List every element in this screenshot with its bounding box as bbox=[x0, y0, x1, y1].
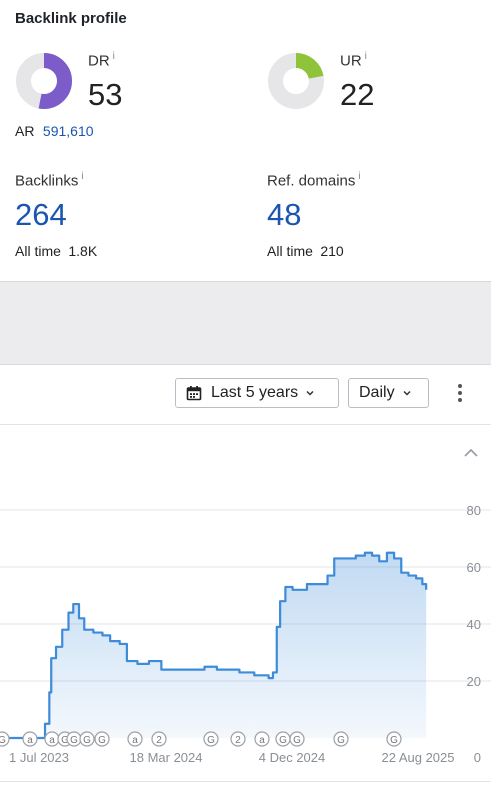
more-vertical-icon[interactable] bbox=[455, 384, 465, 404]
event-marker-label: a bbox=[27, 735, 33, 746]
event-marker-label: a bbox=[259, 735, 265, 746]
backlinks-label-row: Backlinks i bbox=[15, 171, 84, 190]
y-tick-label: 60 bbox=[467, 560, 481, 575]
event-marker-label: G bbox=[98, 735, 106, 746]
backlinks-value[interactable]: 264 bbox=[15, 199, 67, 230]
ref-domains-label: Ref. domains bbox=[267, 172, 356, 190]
event-marker[interactable]: a bbox=[22, 731, 38, 747]
period-label: Last 5 years bbox=[211, 384, 299, 401]
dr-info-icon[interactable]: i bbox=[113, 51, 115, 62]
event-marker[interactable]: a bbox=[44, 731, 60, 747]
event-marker[interactable]: G bbox=[94, 731, 110, 747]
event-marker-label: G bbox=[0, 735, 6, 746]
event-marker-label: G bbox=[83, 735, 91, 746]
event-marker[interactable]: G bbox=[289, 731, 305, 747]
ar-value[interactable]: 591,610 bbox=[43, 123, 94, 139]
event-marker-label: G bbox=[279, 735, 287, 746]
event-marker-label: G bbox=[207, 735, 215, 746]
backlinks-label: Backlinks bbox=[15, 172, 79, 190]
event-marker[interactable]: G bbox=[386, 731, 402, 747]
event-marker[interactable]: G bbox=[66, 731, 82, 747]
backlinks-alltime-value: 1.8K bbox=[68, 243, 98, 259]
event-marker[interactable]: 2 bbox=[151, 731, 167, 747]
ar-row: AR 591,610 bbox=[15, 123, 94, 141]
event-marker[interactable]: G bbox=[79, 731, 95, 747]
ref-domains-alltime-label: All time bbox=[267, 243, 313, 259]
backlinks-alltime: All time 1.8K bbox=[15, 243, 97, 261]
event-marker[interactable]: 2 bbox=[230, 731, 246, 747]
event-marker-label: a bbox=[132, 735, 138, 746]
ur-info-icon[interactable]: i bbox=[365, 51, 367, 62]
x-tick-label: 22 Aug 2025 bbox=[381, 750, 454, 765]
backlinks-chart: 806040200 GaaGGGGa2G2aGGGG 1 Jul 2023 18 … bbox=[0, 503, 491, 765]
toolbar-divider bbox=[0, 424, 491, 425]
y-tick-label: 0 bbox=[474, 750, 481, 765]
backlinks-alltime-label: All time bbox=[15, 243, 61, 259]
dr-label-row: DR i bbox=[88, 51, 115, 70]
chevron-down-icon bbox=[306, 390, 314, 396]
dr-value: 53 bbox=[88, 77, 123, 112]
event-marker[interactable]: G bbox=[275, 731, 291, 747]
event-marker[interactable]: a bbox=[254, 731, 270, 747]
dr-donut bbox=[16, 53, 72, 109]
ur-label: UR bbox=[340, 52, 362, 70]
section-separator bbox=[0, 281, 491, 365]
dr-label: DR bbox=[88, 52, 110, 70]
y-tick-label: 20 bbox=[467, 674, 481, 689]
x-tick-label: 18 Mar 2024 bbox=[130, 750, 203, 765]
event-marker-label: 2 bbox=[156, 735, 162, 746]
interval-label: Daily bbox=[359, 384, 395, 401]
ref-domains-alltime-value: 210 bbox=[320, 243, 344, 259]
y-tick-label: 40 bbox=[467, 617, 481, 632]
event-marker[interactable]: G bbox=[0, 731, 10, 747]
chevron-down-icon bbox=[403, 390, 411, 396]
ref-domains-label-row: Ref. domains i bbox=[267, 171, 361, 190]
calendar-icon bbox=[186, 386, 202, 401]
event-marker-label: G bbox=[390, 735, 398, 746]
event-marker-label: G bbox=[337, 735, 345, 746]
ur-value: 22 bbox=[340, 77, 375, 112]
event-marker[interactable]: a bbox=[127, 731, 143, 747]
period-dropdown[interactable]: Last 5 years bbox=[175, 378, 339, 408]
chevron-up-icon[interactable] bbox=[462, 446, 480, 460]
event-marker-label: 2 bbox=[235, 735, 241, 746]
chart-bottom-divider bbox=[0, 781, 491, 782]
interval-dropdown[interactable]: Daily bbox=[348, 378, 429, 408]
ref-domains-alltime: All time 210 bbox=[267, 243, 344, 261]
event-marker[interactable]: G bbox=[333, 731, 349, 747]
event-marker-label: a bbox=[49, 735, 55, 746]
ur-donut bbox=[268, 53, 324, 109]
ur-label-row: UR i bbox=[340, 51, 367, 70]
event-marker-label: G bbox=[70, 735, 78, 746]
event-marker[interactable]: G bbox=[203, 731, 219, 747]
ref-domains-value[interactable]: 48 bbox=[267, 199, 301, 230]
ref-domains-info-icon[interactable]: i bbox=[358, 171, 360, 182]
backlinks-info-icon[interactable]: i bbox=[81, 171, 83, 182]
page-title: Backlink profile bbox=[15, 10, 127, 27]
event-marker-label: G bbox=[293, 735, 301, 746]
ar-label: AR bbox=[15, 123, 35, 139]
x-tick-label: 1 Jul 2023 bbox=[9, 750, 69, 765]
x-tick-label: 4 Dec 2024 bbox=[259, 750, 326, 765]
y-tick-label: 80 bbox=[467, 503, 481, 518]
chart-area-fill bbox=[0, 552, 427, 738]
